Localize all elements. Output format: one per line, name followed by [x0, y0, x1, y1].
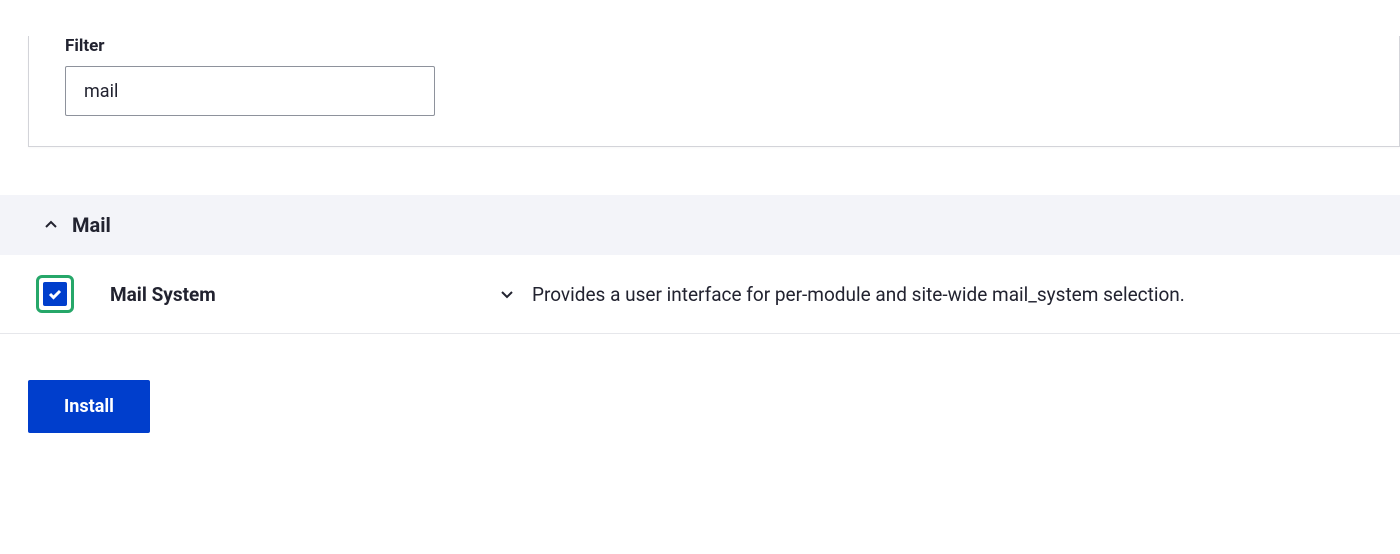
checkbox-highlight: [36, 275, 74, 313]
module-checkbox[interactable]: [43, 282, 67, 306]
filter-section: Filter: [28, 36, 1400, 147]
category-header[interactable]: Mail: [0, 195, 1400, 255]
chevron-up-icon: [44, 218, 58, 232]
module-description: Provides a user interface for per-module…: [532, 283, 1372, 306]
filter-input[interactable]: [65, 66, 435, 116]
category-title: Mail: [72, 213, 111, 237]
chevron-down-icon[interactable]: [500, 287, 514, 301]
install-button[interactable]: Install: [28, 380, 150, 433]
filter-label: Filter: [65, 36, 1363, 56]
module-row: Mail System Provides a user interface fo…: [0, 255, 1400, 334]
module-name: Mail System: [110, 283, 500, 306]
